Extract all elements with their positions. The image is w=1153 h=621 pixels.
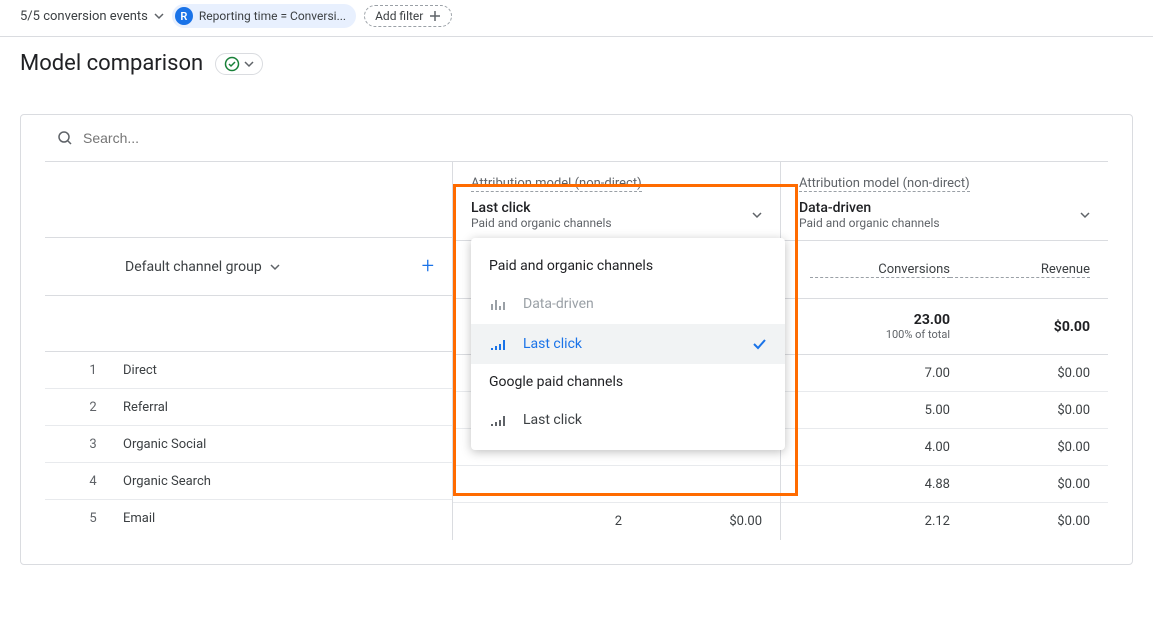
dropdown-section: Paid and organic channels <box>471 248 785 284</box>
reporting-time-chip[interactable]: R Reporting time = Conversi... <box>172 4 356 28</box>
add-filter-label: Add filter <box>375 9 423 23</box>
chevron-down-icon <box>244 59 254 69</box>
plus-icon <box>429 10 441 22</box>
dimension-label: Default channel group <box>125 259 262 275</box>
search-icon <box>57 130 73 146</box>
reporting-badge: R <box>175 7 193 25</box>
chevron-down-icon <box>1080 210 1090 220</box>
total-conversions: 23.00 <box>810 312 950 328</box>
page-title-row: Model comparison <box>0 37 1153 86</box>
conversion-events-label: 5/5 conversion events <box>20 9 148 24</box>
add-dimension-button[interactable]: + <box>422 254 434 279</box>
conversions-header: Conversions <box>810 262 950 278</box>
revenue-header: Revenue <box>950 262 1090 278</box>
dropdown-section: Google paid channels <box>471 364 785 400</box>
dimension-header-row: Default channel group + <box>45 238 452 296</box>
conversion-events-filter[interactable]: 5/5 conversion events <box>20 9 164 24</box>
table-row[interactable]: 5Email <box>45 500 452 537</box>
chevron-down-icon <box>752 210 762 220</box>
model-name: Last click <box>471 200 612 216</box>
top-filter-bar: 5/5 conversion events R Reporting time =… <box>0 0 1153 37</box>
status-dropdown[interactable] <box>215 53 263 75</box>
dimension-selector[interactable]: Default channel group <box>125 259 280 275</box>
dimension-column: Default channel group + 1Direct 2Referra… <box>45 162 453 540</box>
page-title: Model comparison <box>20 51 203 76</box>
dropdown-option-google-last-click[interactable]: Last click <box>471 400 785 440</box>
table-row[interactable]: 4Organic Search <box>45 463 452 500</box>
table: Default channel group + 1Direct 2Referra… <box>45 162 1108 540</box>
add-filter-button[interactable]: Add filter <box>364 5 452 27</box>
model-selector-left[interactable]: Last click Paid and organic channels <box>453 192 780 241</box>
search-row <box>45 115 1108 162</box>
model-column-left: Attribution model (non-direct) Last clic… <box>453 162 780 540</box>
attribution-header: Attribution model (non-direct) <box>471 176 642 192</box>
totals-row: 23.00 100% of total $0.00 <box>781 299 1108 355</box>
total-conversions-sub: 100% of total <box>810 328 950 341</box>
dropdown-option-data-driven: Data-driven <box>471 284 785 324</box>
check-icon <box>751 336 767 352</box>
model-sub: Paid and organic channels <box>799 216 940 230</box>
table-row[interactable]: 3Organic Social <box>45 426 452 463</box>
total-revenue: $0.00 <box>950 319 1090 335</box>
reporting-label: Reporting time = Conversi... <box>199 9 346 23</box>
chevron-down-icon <box>154 11 164 21</box>
model-name: Data-driven <box>799 200 940 216</box>
chevron-down-icon <box>270 262 280 272</box>
dropdown-option-last-click[interactable]: Last click <box>471 324 785 364</box>
table-row[interactable]: 2Referral <box>45 389 452 426</box>
bar-chart-asc-icon <box>489 336 507 352</box>
model-column-right: Attribution model (non-direct) Data-driv… <box>780 162 1108 540</box>
search-input[interactable] <box>81 129 1096 147</box>
bar-chart-icon <box>489 296 507 312</box>
comparison-card: Default channel group + 1Direct 2Referra… <box>20 114 1133 565</box>
model-dropdown-panel: Paid and organic channels Data-driven La… <box>471 238 785 450</box>
model-sub: Paid and organic channels <box>471 216 612 230</box>
table-row[interactable]: 1Direct <box>45 352 452 389</box>
check-circle-icon <box>224 56 240 72</box>
bar-chart-asc-icon <box>489 412 507 428</box>
attribution-header: Attribution model (non-direct) <box>799 176 970 192</box>
model-selector-right[interactable]: Data-driven Paid and organic channels <box>781 192 1108 241</box>
